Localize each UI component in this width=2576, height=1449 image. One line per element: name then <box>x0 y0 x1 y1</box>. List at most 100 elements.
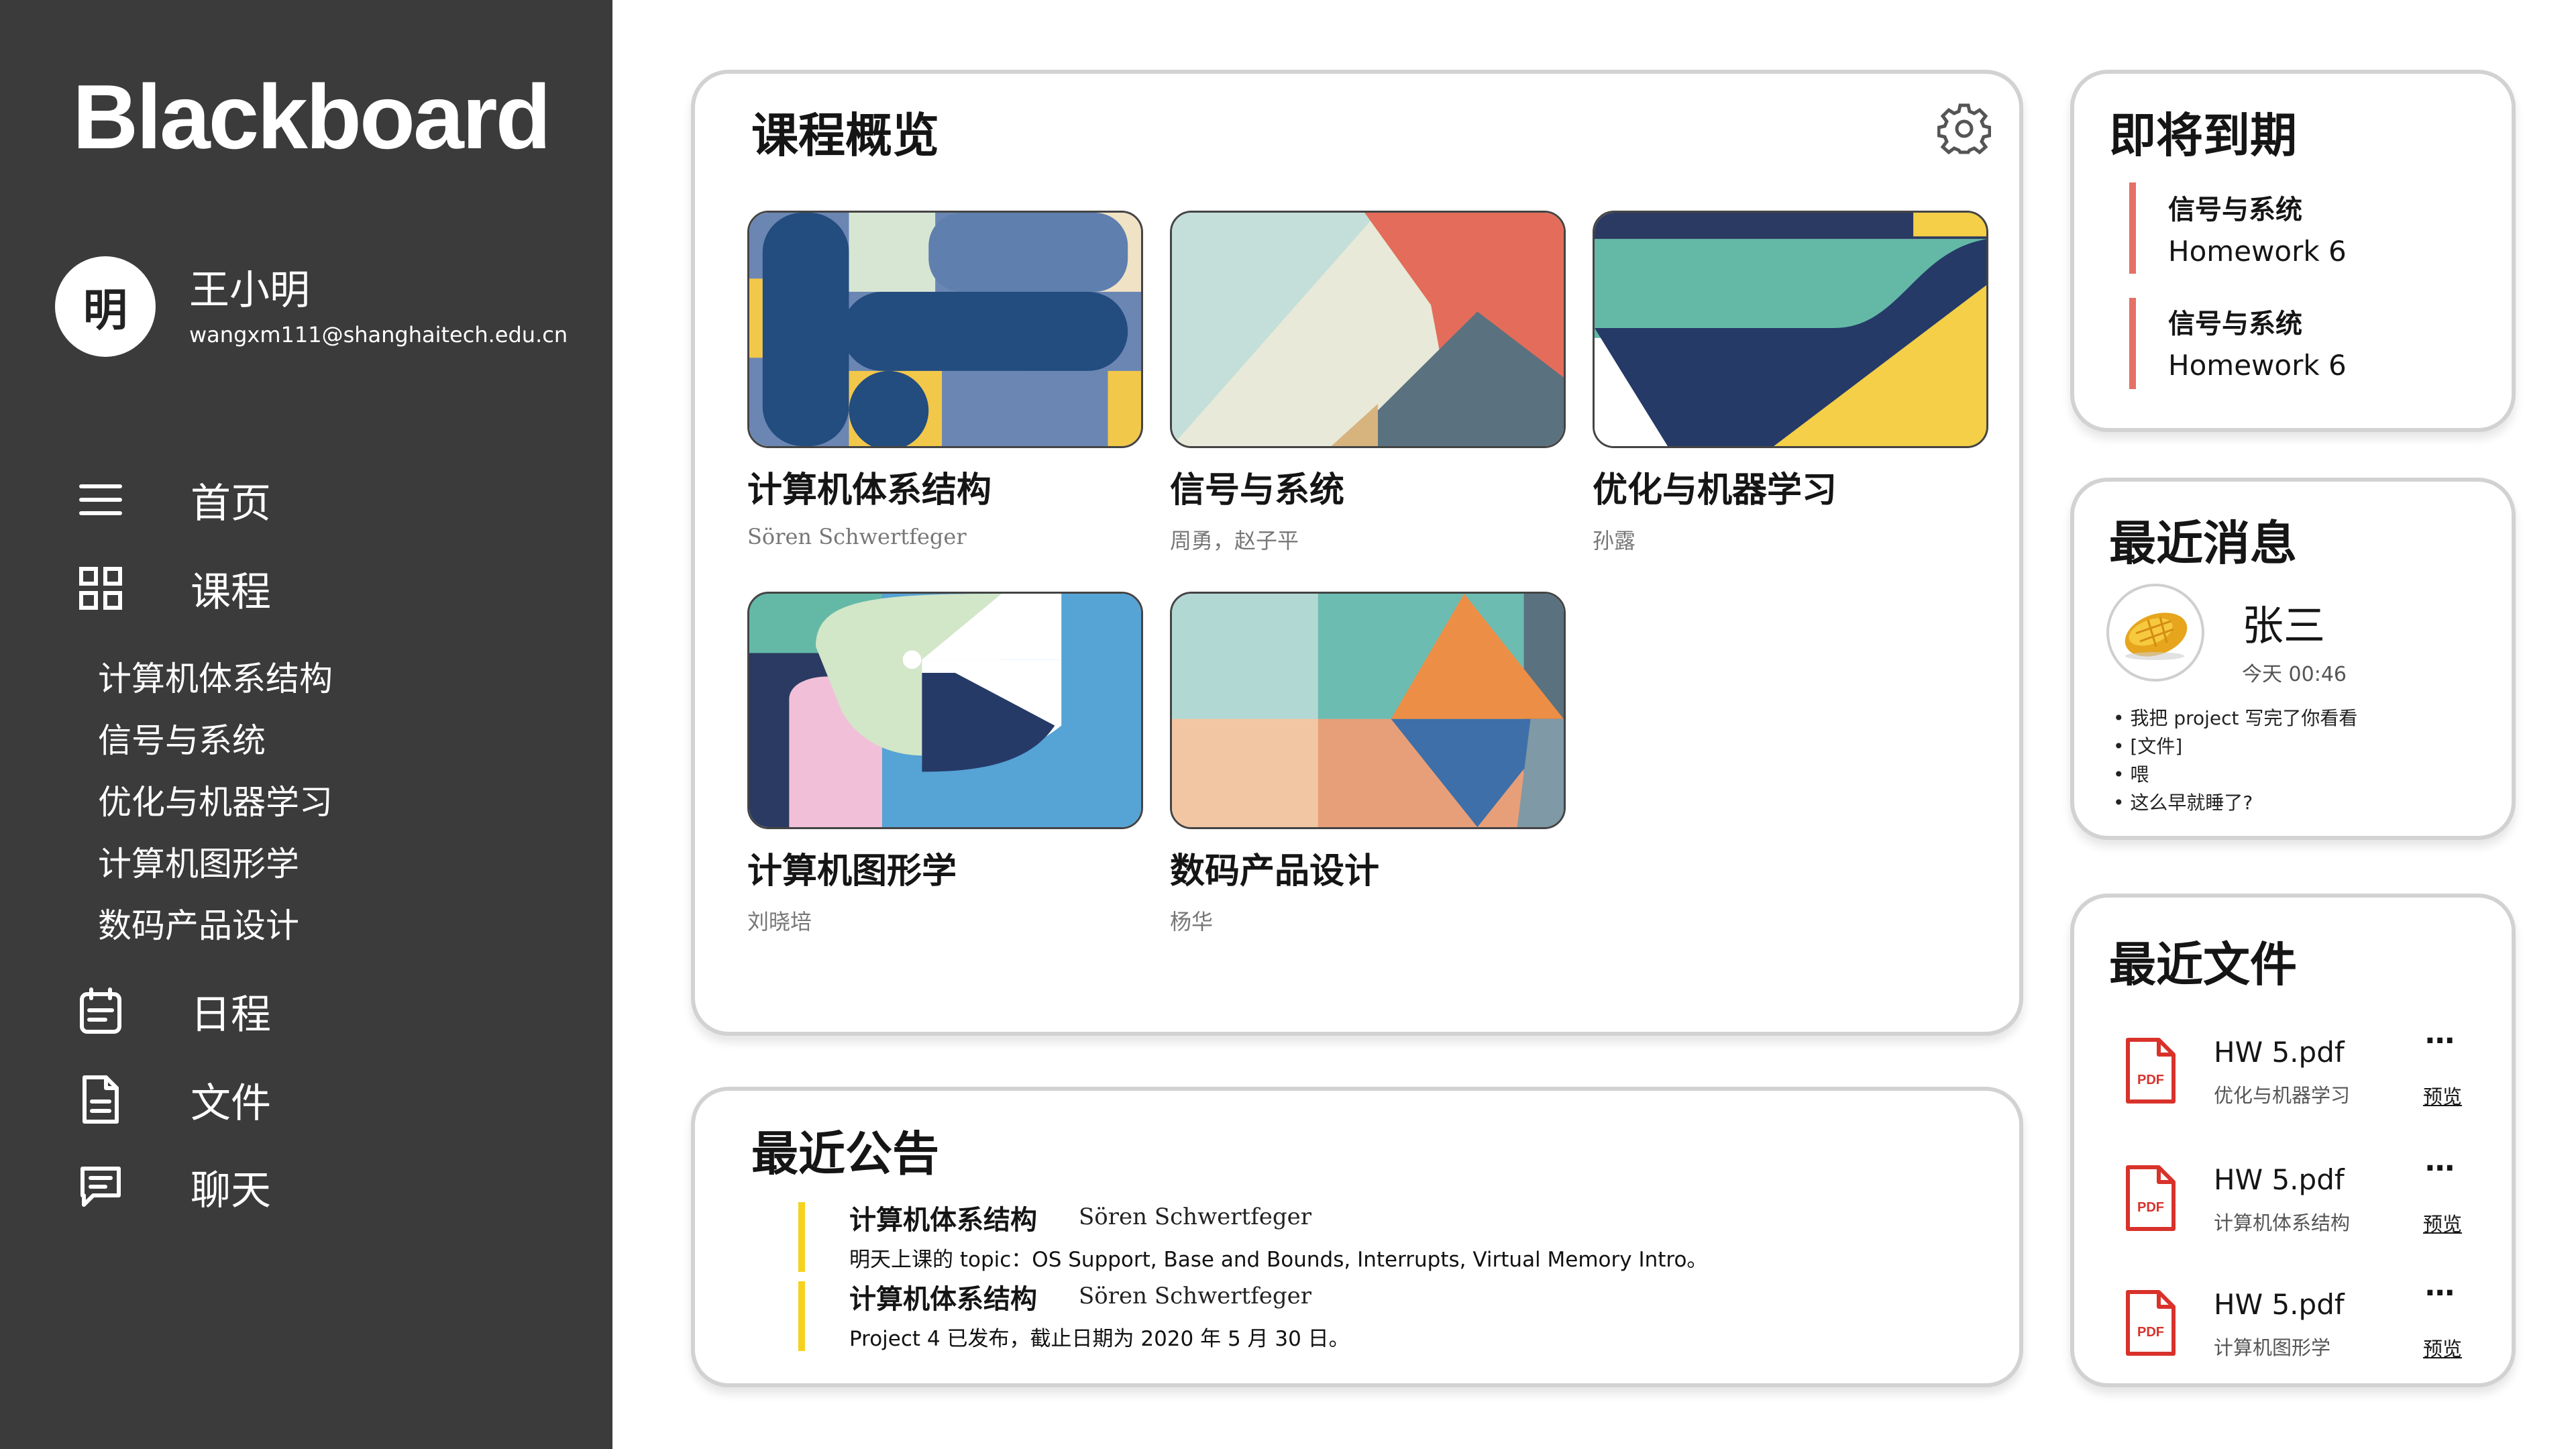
course-card-arch[interactable]: 计算机体系结构 Sören Schwertfeger <box>747 211 1143 549</box>
course-art-signals <box>1170 211 1566 448</box>
user-name: 王小明 <box>189 267 310 314</box>
file-course: 优化与机器学习 <box>2214 1084 2351 1107</box>
announcement-course[interactable]: 计算机体系结构 <box>849 1198 1037 1237</box>
nav-course-arch[interactable]: 计算机体系结构 <box>98 652 333 700</box>
course-overview-card: 课程概览 计算机体系结构 Sören Schwertfeger 信号与系统 周勇… <box>691 70 2023 1036</box>
due-accent-bar <box>2129 298 2136 389</box>
nav-files-label: 文件 <box>191 1079 271 1127</box>
mango-avatar-image <box>2125 612 2188 660</box>
more-options-icon[interactable]: ··· <box>2424 1276 2455 1310</box>
nav-courses-label: 课程 <box>191 568 271 616</box>
gear-icon[interactable] <box>1937 102 1992 156</box>
recent-files-title: 最近文件 <box>2109 937 2297 992</box>
file-course: 计算机体系结构 <box>2214 1212 2351 1234</box>
recent-messages-title: 最近消息 <box>2109 516 2297 571</box>
due-soon-title: 即将到期 <box>2109 108 2297 163</box>
app-logo[interactable]: Blackboard <box>72 64 551 169</box>
message-item[interactable]: • 喂 <box>2113 761 2357 789</box>
course-name: 优化与机器学习 <box>1593 470 1837 511</box>
course-teacher: 杨华 <box>1170 909 1214 934</box>
nav-schedule[interactable]: 日程 <box>74 981 557 1041</box>
announcement-author: Sören Schwertfeger <box>1079 1203 1312 1230</box>
nav-files[interactable]: 文件 <box>74 1069 557 1130</box>
course-art-design <box>1170 592 1566 829</box>
nav-course-graphics[interactable]: 计算机图形学 <box>98 837 299 885</box>
course-card-design[interactable]: 数码产品设计 杨华 <box>1170 592 1566 936</box>
pdf-file-icon[interactable]: PDF <box>2125 1037 2176 1104</box>
message-time: 今天 00:46 <box>2242 663 2347 686</box>
file-row: PDF HW 5.pdf 计算机体系结构 ··· 预览 <box>2074 1151 2504 1258</box>
due-course[interactable]: 信号与系统 <box>2168 302 2302 341</box>
preview-link[interactable]: 预览 <box>2423 1081 2462 1110</box>
announcement-text[interactable]: Project 4 已发布，截止日期为 2020 年 5 月 30 日。 <box>849 1322 1350 1352</box>
pdf-file-icon[interactable]: PDF <box>2125 1165 2176 1232</box>
announcements-title: 最近公告 <box>751 1126 939 1181</box>
message-item[interactable]: • [文件] <box>2113 733 2357 761</box>
message-item[interactable]: • 我把 project 写完了你看看 <box>2113 704 2357 733</box>
nav-home-label: 首页 <box>191 480 271 527</box>
due-homework[interactable]: Homework 6 <box>2168 235 2347 268</box>
nav-home[interactable]: 首页 <box>74 470 557 530</box>
due-accent-bar <box>2129 182 2136 274</box>
file-name[interactable]: HW 5.pdf <box>2214 1163 2345 1196</box>
sender-name[interactable]: 张三 <box>2242 592 2325 652</box>
message-item[interactable]: • 这么早就睡了? <box>2113 789 2357 817</box>
nav-schedule-label: 日程 <box>191 991 271 1038</box>
due-course[interactable]: 信号与系统 <box>2168 188 2302 227</box>
announcement-text[interactable]: 明天上课的 topic：OS Support, Base and Bounds,… <box>849 1242 1707 1273</box>
preview-link[interactable]: 预览 <box>2423 1334 2462 1362</box>
sender-avatar[interactable] <box>2106 584 2204 682</box>
preview-link[interactable]: 预览 <box>2423 1209 2462 1237</box>
course-teacher: 孙露 <box>1593 528 1636 553</box>
message-list: • 我把 project 写完了你看看 • [文件] • 喂 • 这么早就睡了? <box>2113 704 2357 817</box>
grid-icon <box>74 561 127 615</box>
course-name: 数码产品设计 <box>1170 851 1380 892</box>
file-course: 计算机图形学 <box>2214 1336 2331 1359</box>
course-art-arch <box>747 211 1143 448</box>
course-card-graphics[interactable]: 计算机图形学 刘晓培 <box>747 592 1143 936</box>
more-options-icon[interactable]: ··· <box>2424 1024 2455 1058</box>
announcement-accent-bar <box>798 1281 805 1351</box>
course-teacher: Sören Schwertfeger <box>747 524 967 549</box>
course-card-signals[interactable]: 信号与系统 周勇，赵子平 <box>1170 211 1566 555</box>
course-teacher: 周勇，赵子平 <box>1170 528 1299 553</box>
due-soon-card: 即将到期 信号与系统 Homework 6 信号与系统 Homework 6 <box>2070 70 2516 432</box>
file-name[interactable]: HW 5.pdf <box>2214 1288 2345 1321</box>
course-art-graphics <box>747 592 1143 829</box>
course-name: 计算机图形学 <box>747 851 957 892</box>
file-name[interactable]: HW 5.pdf <box>2214 1036 2345 1069</box>
recent-files-card: 最近文件 PDF HW 5.pdf 优化与机器学习 ··· 预览 PDF HW … <box>2070 894 2516 1387</box>
sidebar: Blackboard 明 王小明 wangxm111@shanghaitech.… <box>0 0 612 1449</box>
course-card-ml[interactable]: 优化与机器学习 孙露 <box>1593 211 1988 555</box>
nav-chat-label: 聊天 <box>191 1167 271 1214</box>
svg-text:PDF: PDF <box>2137 1200 2164 1215</box>
announcement-author: Sören Schwertfeger <box>1079 1283 1312 1309</box>
svg-text:PDF: PDF <box>2137 1073 2164 1087</box>
hamburger-icon <box>74 473 127 527</box>
nav-course-ml[interactable]: 优化与机器学习 <box>98 775 333 824</box>
announcement-accent-bar <box>798 1202 805 1272</box>
course-art-ml <box>1593 211 1988 448</box>
calendar-icon <box>74 984 127 1038</box>
user-email: wangxm111@shanghaitech.edu.cn <box>189 322 568 347</box>
nav-chat[interactable]: 聊天 <box>74 1157 557 1217</box>
svg-text:PDF: PDF <box>2137 1325 2164 1340</box>
nav-course-signals[interactable]: 信号与系统 <box>98 714 266 762</box>
announcements-card: 最近公告 计算机体系结构 Sören Schwertfeger 明天上课的 to… <box>691 1087 2023 1387</box>
course-teacher: 刘晓培 <box>747 909 812 934</box>
course-name: 信号与系统 <box>1170 470 1345 511</box>
file-row: PDF HW 5.pdf 优化与机器学习 ··· 预览 <box>2074 1024 2504 1131</box>
course-name: 计算机体系结构 <box>747 470 992 511</box>
due-homework[interactable]: Homework 6 <box>2168 349 2347 382</box>
pdf-file-icon[interactable]: PDF <box>2125 1289 2176 1356</box>
course-overview-title: 课程概览 <box>751 108 939 163</box>
nav-courses[interactable]: 课程 <box>74 558 557 619</box>
document-icon <box>74 1073 127 1126</box>
chat-icon <box>74 1160 127 1214</box>
user-avatar[interactable]: 明 <box>55 256 156 357</box>
announcement-course[interactable]: 计算机体系结构 <box>849 1277 1037 1316</box>
more-options-icon[interactable]: ··· <box>2424 1151 2455 1185</box>
file-row: PDF HW 5.pdf 计算机图形学 ··· 预览 <box>2074 1276 2504 1383</box>
nav-course-design[interactable]: 数码产品设计 <box>98 899 299 947</box>
recent-messages-card: 最近消息 张三 今天 00:46 • 我把 project 写完了你看看 • [… <box>2070 478 2516 840</box>
